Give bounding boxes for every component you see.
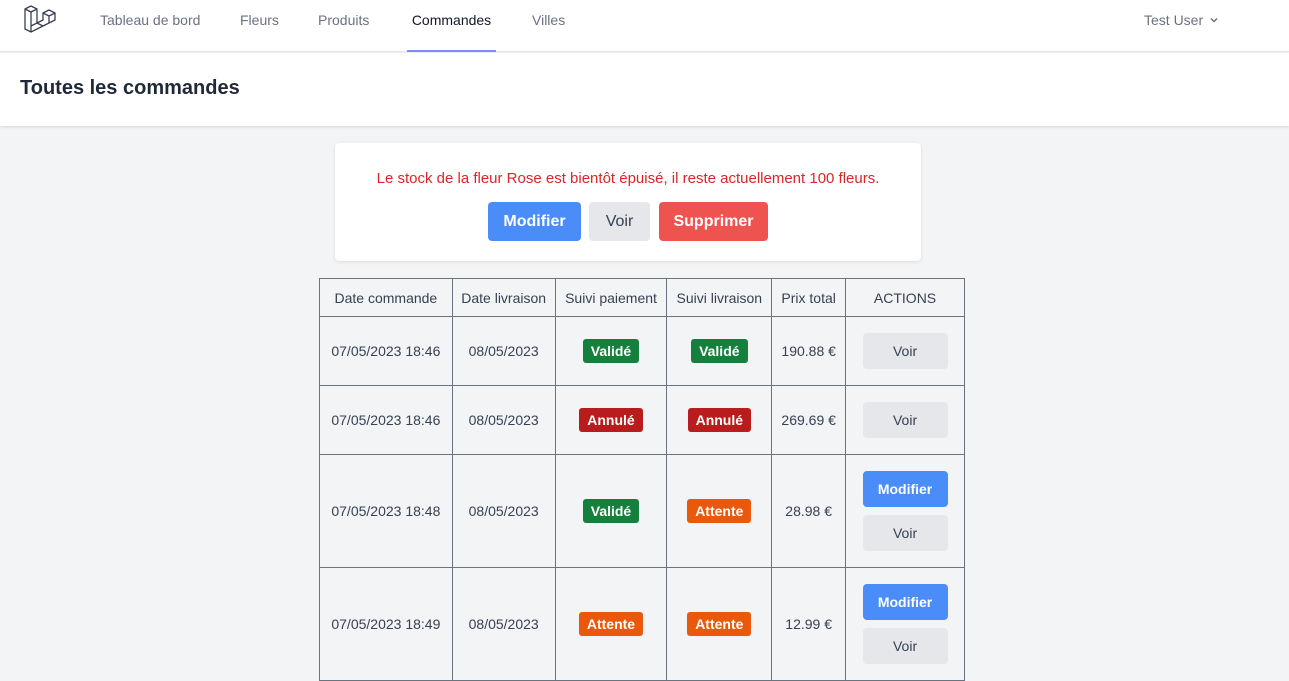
edit-order-button[interactable]: Modifier bbox=[862, 584, 948, 620]
actions-cell: Modifier Voir bbox=[845, 567, 965, 681]
delivery-status-cell: Attente bbox=[666, 454, 773, 568]
order-date-cell: 07/05/2023 18:46 bbox=[319, 316, 453, 386]
view-order-button[interactable]: Voir bbox=[862, 402, 948, 438]
payment-status-badge: Validé bbox=[582, 499, 640, 523]
column-header-order-date: Date commande bbox=[319, 278, 453, 317]
delivery-status-badge: Attente bbox=[687, 612, 752, 636]
payment-status-cell: Annulé bbox=[554, 385, 668, 455]
column-header-delivery-date: Date livraison bbox=[451, 278, 556, 317]
delivery-status-badge: Validé bbox=[691, 339, 748, 363]
delivery-date-cell: 08/05/2023 bbox=[451, 567, 556, 681]
page-title: Toutes les commandes bbox=[20, 77, 240, 99]
payment-status-cell: Attente bbox=[554, 567, 668, 681]
delivery-status-badge: Attente bbox=[687, 499, 752, 523]
stock-alert: Le stock de la fleur Rose est bientôt ép… bbox=[335, 143, 921, 261]
nav-link-produits[interactable]: Produits bbox=[318, 0, 369, 52]
page-header: Toutes les commandes bbox=[0, 53, 1289, 126]
nav-link-fleurs[interactable]: Fleurs bbox=[240, 0, 279, 52]
nav-link-tableau-de-bord[interactable]: Tableau de bord bbox=[100, 0, 200, 52]
laravel-logo-icon[interactable] bbox=[22, 3, 56, 37]
edit-order-button[interactable]: Modifier bbox=[862, 471, 948, 507]
payment-status-cell: Validé bbox=[554, 454, 668, 568]
delivery-date-cell: 08/05/2023 bbox=[451, 316, 556, 386]
delivery-status-cell: Attente bbox=[666, 567, 773, 681]
order-date-cell: 07/05/2023 18:49 bbox=[319, 567, 453, 681]
payment-status-badge: Annulé bbox=[579, 408, 643, 432]
alert-view-button[interactable]: Voir bbox=[589, 202, 650, 241]
delivery-status-cell: Validé bbox=[666, 316, 773, 386]
total-price-cell: 269.69 € bbox=[771, 385, 847, 455]
delivery-status-badge: Annulé bbox=[687, 408, 752, 432]
total-price-cell: 190.88 € bbox=[771, 316, 847, 386]
alert-delete-button[interactable]: Supprimer bbox=[659, 202, 768, 241]
top-navigation: Tableau de bord Fleurs Produits Commande… bbox=[0, 0, 1289, 52]
table-row: 07/05/2023 18:46 08/05/2023 Annulé Annul… bbox=[319, 385, 965, 455]
table-row: 07/05/2023 18:48 08/05/2023 Validé Atten… bbox=[319, 454, 965, 568]
delivery-status-cell: Annulé bbox=[666, 385, 773, 455]
user-name: Test User bbox=[1144, 12, 1204, 28]
view-order-button[interactable]: Voir bbox=[862, 515, 948, 551]
total-price-cell: 12.99 € bbox=[771, 567, 847, 681]
total-price-cell: 28.98 € bbox=[771, 454, 847, 568]
orders-table: Date commande Date livraison Suivi paiem… bbox=[319, 278, 965, 681]
nav-link-commandes[interactable]: Commandes bbox=[407, 0, 496, 52]
column-header-payment-status: Suivi paiement bbox=[554, 278, 668, 317]
order-date-cell: 07/05/2023 18:48 bbox=[319, 454, 453, 568]
alert-edit-button[interactable]: Modifier bbox=[488, 202, 581, 241]
view-order-button[interactable]: Voir bbox=[862, 628, 948, 664]
column-header-delivery-status: Suivi livraison bbox=[666, 278, 773, 317]
user-menu[interactable]: Test User bbox=[1144, 0, 1219, 40]
actions-cell: Modifier Voir bbox=[845, 454, 965, 568]
chevron-down-icon bbox=[1210, 17, 1218, 23]
nav-link-villes[interactable]: Villes bbox=[532, 0, 565, 52]
payment-status-cell: Validé bbox=[554, 316, 668, 386]
column-header-total-price: Prix total bbox=[771, 278, 847, 317]
table-row: 07/05/2023 18:46 08/05/2023 Validé Valid… bbox=[319, 316, 965, 386]
delivery-date-cell: 08/05/2023 bbox=[451, 385, 556, 455]
actions-cell: Voir bbox=[845, 316, 965, 386]
payment-status-badge: Attente bbox=[578, 612, 644, 636]
table-row: 07/05/2023 18:49 08/05/2023 Attente Atte… bbox=[319, 567, 965, 681]
order-date-cell: 07/05/2023 18:46 bbox=[319, 385, 453, 455]
view-order-button[interactable]: Voir bbox=[862, 333, 948, 369]
stock-alert-message: Le stock de la fleur Rose est bientôt ép… bbox=[376, 170, 880, 187]
actions-cell: Voir bbox=[845, 385, 965, 455]
payment-status-badge: Validé bbox=[582, 339, 640, 363]
table-header-row: Date commande Date livraison Suivi paiem… bbox=[319, 278, 965, 317]
column-header-actions: ACTIONS bbox=[845, 278, 965, 317]
delivery-date-cell: 08/05/2023 bbox=[451, 454, 556, 568]
